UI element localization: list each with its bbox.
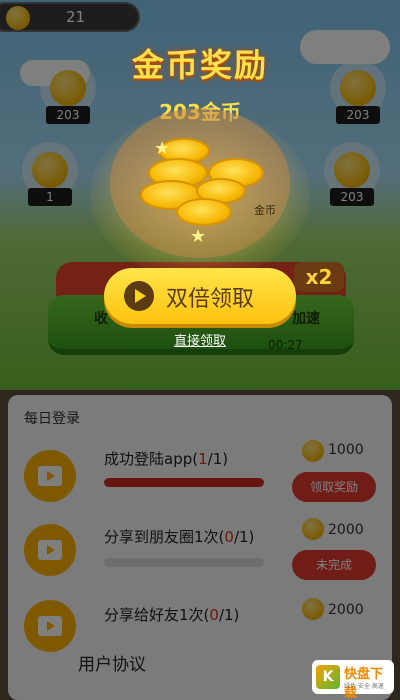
star-icon: ★ bbox=[154, 138, 171, 159]
star-icon: ★ bbox=[190, 226, 207, 247]
modal-title: 金币奖励 bbox=[131, 46, 268, 84]
double-badge: x2 bbox=[294, 262, 344, 292]
watermark-slogan: 绿色·安全·高速 bbox=[344, 683, 384, 690]
watermark-logo: K bbox=[316, 665, 340, 689]
direct-claim-link[interactable]: 直接领取 bbox=[0, 330, 400, 349]
play-icon bbox=[124, 281, 154, 311]
site-watermark: K 快盘下载 绿色·安全·高速 bbox=[312, 660, 394, 700]
coin-icon bbox=[176, 198, 232, 226]
double-claim-label: 双倍领取 bbox=[166, 286, 255, 311]
pig-label: 金币 bbox=[254, 204, 276, 217]
double-claim-button[interactable]: 双倍领取 bbox=[104, 268, 296, 324]
